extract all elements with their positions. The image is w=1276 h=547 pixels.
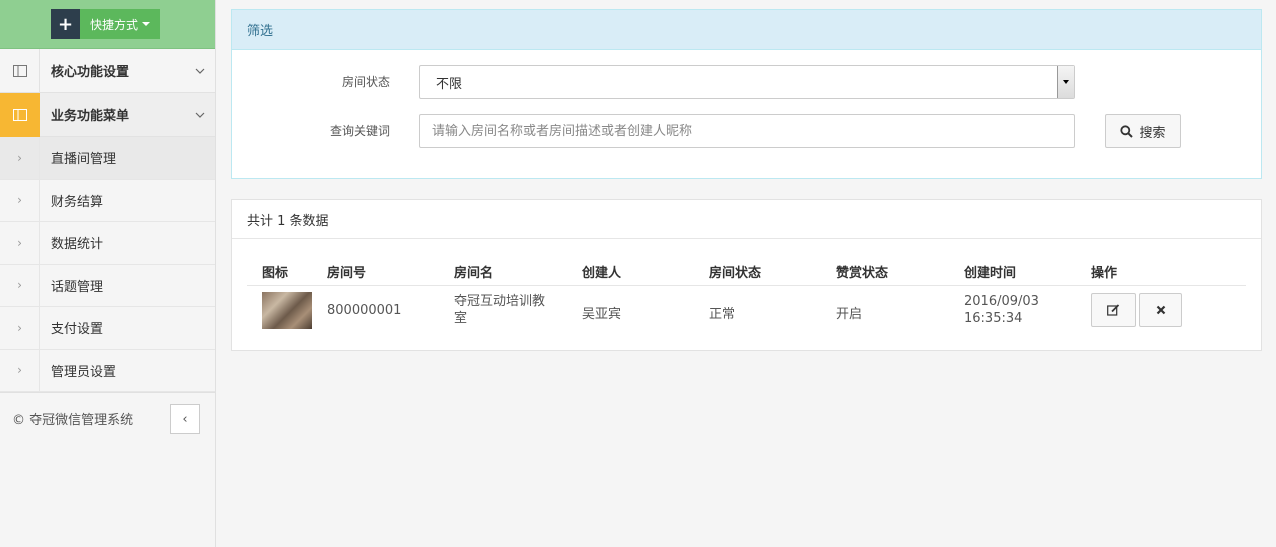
search-button-label: 搜索 — [1139, 125, 1166, 141]
shortcut-bar: + 快捷方式 — [0, 0, 215, 49]
chevron-right-icon: › — [0, 349, 40, 391]
sidebar-item-admins[interactable]: › 管理员设置 — [0, 349, 215, 392]
chevron-right-icon: › — [0, 137, 40, 179]
select-arrow-icon — [1057, 66, 1074, 98]
created-date: 2016/09/03 — [964, 294, 1039, 309]
sidebar-item-finance[interactable]: › 财务结算 — [0, 179, 215, 222]
shortcut-group: + 快捷方式 — [51, 9, 161, 39]
sidebar-item-label: 直播间管理 — [51, 152, 117, 168]
chevron-down-icon — [185, 112, 215, 118]
column-header-reward-status: 赞赏状态 — [836, 266, 889, 281]
copyright-text: © 夺冠微信管理系统 — [12, 413, 134, 428]
column-header-created-time: 创建时间 — [964, 266, 1017, 281]
sidebar: + 快捷方式 核心功能设置 业务功能菜单 › 直播间管理 › 财务结算 › 数据… — [0, 0, 216, 547]
plus-icon: + — [57, 13, 74, 35]
chevron-down-icon — [185, 68, 215, 74]
room-table: 图标 房间号 房间名 创建人 房间状态 赞赏状态 创建时间 操作 8000000… — [247, 252, 1246, 338]
column-header-room-no: 房间号 — [327, 266, 367, 281]
chevron-right-icon: › — [0, 264, 40, 306]
edit-icon — [1107, 304, 1120, 316]
chevron-right-icon: › — [0, 179, 40, 221]
table-row: 800000001 夺冠互动培训教 室 吴亚宾 正常 开启 2016/09/03… — [247, 286, 1246, 338]
room-status-value: 不限 — [436, 76, 463, 92]
sidebar-item-live-room[interactable]: › 直播间管理 — [0, 137, 215, 180]
filter-panel: 筛选 房间状态 不限 查询关键词 搜索 — [231, 9, 1262, 179]
room-status-label: 房间状态 — [341, 75, 390, 89]
search-button[interactable]: 搜索 — [1105, 114, 1181, 148]
column-header-icon: 图标 — [262, 266, 289, 281]
menu-group-business-menu[interactable]: 业务功能菜单 — [0, 92, 215, 137]
sidebar-item-payment[interactable]: › 支付设置 — [0, 307, 215, 350]
caret-down-icon — [142, 22, 151, 26]
sidebar-footer: © 夺冠微信管理系统 ‹ — [0, 392, 215, 444]
room-name-cell: 夺冠互动培训教 室 — [454, 293, 545, 327]
room-name-line: 夺冠互动培训教 — [454, 294, 546, 309]
edit-button[interactable] — [1091, 293, 1136, 327]
chevron-right-icon: › — [0, 307, 40, 349]
column-header-room-name: 房间名 — [454, 266, 494, 281]
sidebar-item-topics[interactable]: › 话题管理 — [0, 264, 215, 307]
created-time-cell: 2016/09/03 16:35:34 — [964, 293, 1039, 327]
room-no-cell: 800000001 — [327, 303, 402, 318]
record-count: 共计 1 条数据 — [232, 200, 1261, 239]
keyword-label: 查询关键词 — [329, 124, 390, 138]
created-time: 16:35:34 — [964, 311, 1023, 326]
room-thumbnail — [262, 292, 312, 329]
sidebar-item-label: 话题管理 — [51, 279, 104, 295]
sidebar-item-label: 支付设置 — [51, 322, 104, 338]
panel-icon — [0, 92, 40, 137]
room-list-panel: 共计 1 条数据 图标 房间号 房间名 创建人 房间状态 赞赏状态 创建时间 操… — [231, 199, 1262, 351]
room-status-select[interactable]: 不限 — [419, 65, 1075, 99]
close-icon — [1156, 305, 1165, 315]
reward-status-cell: 开启 — [836, 307, 863, 322]
panel-icon — [0, 48, 40, 93]
menu-group-label: 核心功能设置 — [51, 65, 130, 80]
room-name-line: 室 — [454, 311, 468, 326]
room-status-cell: 正常 — [709, 307, 736, 322]
sidebar-item-label: 数据统计 — [51, 237, 104, 253]
sidebar-item-statistics[interactable]: › 数据统计 — [0, 222, 215, 265]
chevron-left-icon: ‹ — [182, 411, 188, 427]
column-header-creator: 创建人 — [582, 266, 622, 281]
delete-button[interactable] — [1139, 293, 1182, 327]
sidebar-item-label: 财务结算 — [51, 194, 104, 210]
chevron-right-icon: › — [0, 222, 40, 264]
menu-group-core-settings[interactable]: 核心功能设置 — [0, 48, 215, 93]
creator-cell: 吴亚宾 — [582, 307, 622, 322]
keyword-input[interactable] — [419, 114, 1075, 148]
column-header-actions: 操作 — [1091, 266, 1118, 281]
menu-group-label: 业务功能菜单 — [51, 109, 130, 124]
search-icon — [1120, 124, 1134, 138]
shortcut-dropdown-button[interactable]: 快捷方式 — [80, 9, 161, 39]
table-header: 图标 房间号 房间名 创建人 房间状态 赞赏状态 创建时间 操作 — [247, 252, 1246, 286]
filter-panel-title: 筛选 — [232, 10, 1261, 50]
collapse-sidebar-button[interactable]: ‹ — [170, 404, 200, 434]
sidebar-item-label: 管理员设置 — [51, 364, 117, 380]
add-shortcut-button[interactable]: + — [51, 9, 80, 39]
shortcut-label: 快捷方式 — [90, 17, 139, 32]
column-header-room-status: 房间状态 — [709, 266, 762, 281]
